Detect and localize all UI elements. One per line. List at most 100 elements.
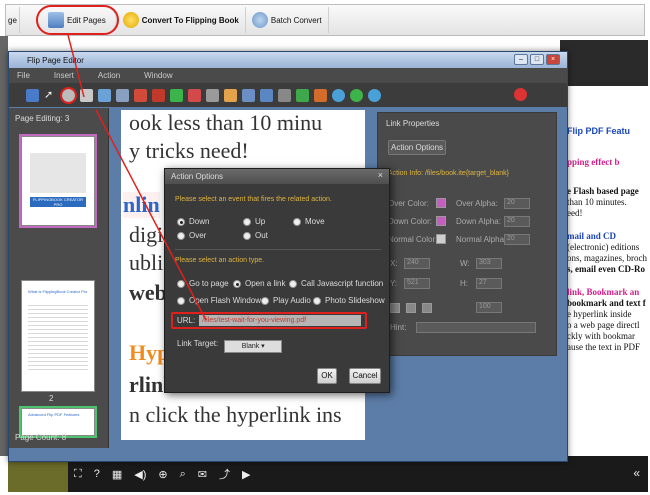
thumbnails-icon[interactable]: ▦ (112, 468, 122, 481)
menu-insert[interactable]: Insert (54, 71, 74, 80)
image-icon[interactable] (98, 88, 111, 102)
link-icon[interactable] (60, 86, 77, 104)
pointer-icon[interactable]: ➚ (44, 89, 57, 102)
action-options-dialog: Action Options × Please select an event … (164, 168, 390, 393)
down-color-label: Down Color: (388, 217, 433, 226)
action-open-link-radio[interactable]: Open a link (233, 279, 285, 288)
action-slideshow-radio[interactable]: Photo Slideshow (313, 296, 385, 305)
align-icon[interactable] (260, 88, 273, 102)
menu-window[interactable]: Window (144, 71, 172, 80)
page-icon[interactable] (188, 88, 201, 102)
align-right-icon[interactable] (422, 303, 432, 313)
maximize-button[interactable]: □ (530, 54, 544, 65)
hint-label: Hint: (390, 323, 407, 332)
action-info-label: Action Info: /files/book.ite{target_blan… (388, 170, 510, 177)
action-javascript-radio[interactable]: Call Javascript function (289, 279, 383, 288)
menu-action[interactable]: Action (98, 71, 120, 80)
preview-line: eed! (567, 208, 583, 218)
edit-pages-button[interactable]: Edit Pages (36, 5, 119, 35)
hint-input[interactable] (416, 322, 536, 333)
fit-page-icon[interactable] (350, 88, 363, 102)
dialog-close-icon[interactable]: × (378, 170, 383, 180)
help-icon[interactable]: ? (94, 468, 100, 480)
paste-icon[interactable] (242, 88, 255, 102)
down-alpha-input[interactable]: 20 (504, 216, 530, 227)
action-options-button[interactable]: Action Options (388, 140, 446, 155)
h-input[interactable]: 27 (476, 278, 502, 289)
print-icon[interactable] (206, 88, 219, 102)
convert-button[interactable]: Convert To Flipping Book (117, 7, 246, 33)
page-thumb-3[interactable]: Advanced Flip PDF Features (19, 406, 97, 438)
thumb-image (30, 153, 86, 193)
y-label: Y: (390, 279, 398, 288)
event-over-radio[interactable]: Over (177, 231, 206, 240)
undo-icon[interactable] (314, 88, 327, 102)
email-icon[interactable]: ✉ (198, 468, 207, 481)
opacity-input[interactable]: 100 (476, 302, 502, 313)
autoplay-icon[interactable]: ▶ (242, 468, 250, 481)
y-input[interactable]: 521 (404, 278, 430, 289)
normal-alpha-input[interactable]: 20 (504, 234, 530, 245)
zoom-in-icon[interactable] (368, 88, 381, 102)
zoom-out-icon[interactable] (332, 88, 345, 102)
action-goto-page-radio[interactable]: Go to page (177, 279, 229, 288)
radio-dot (177, 217, 185, 226)
page-text-line: web (129, 280, 167, 305)
zoom-in-icon[interactable]: ⊕ (158, 468, 167, 481)
preview-line: e Flash based page (567, 186, 639, 196)
radio-dot (233, 279, 241, 288)
minimize-button[interactable]: – (514, 54, 528, 65)
page-thumb-1[interactable]: FLIPPINGBOOK CREATOR PRO (19, 134, 97, 228)
event-down-radio[interactable]: Down (177, 217, 209, 226)
video-icon[interactable] (116, 88, 129, 102)
toolbar-item-prev[interactable]: ge (6, 7, 20, 33)
share-icon[interactable]: ⤴ (219, 466, 230, 482)
delete-icon[interactable] (278, 88, 291, 102)
cancel-button[interactable]: Cancel (349, 368, 381, 384)
page-number: 2 (49, 394, 54, 403)
search-icon[interactable]: ⌕ (180, 468, 186, 481)
over-alpha-input[interactable]: 20 (504, 198, 530, 209)
x-input[interactable]: 240 (404, 258, 430, 269)
url-input[interactable]: /files/test-wait-for-you-viewing.pdf (199, 315, 361, 326)
link-target-select[interactable]: Blank ▾ (224, 340, 283, 353)
event-out-label: Out (255, 231, 268, 240)
editor-menubar: File Insert Action Window (9, 68, 567, 83)
exit-icon[interactable] (514, 88, 527, 101)
audio-icon[interactable] (134, 88, 147, 102)
batch-convert-button[interactable]: Batch Convert (246, 7, 329, 33)
event-out-radio[interactable]: Out (243, 231, 268, 240)
close-button[interactable]: × (546, 54, 560, 65)
link-properties-title: Link Properties (386, 119, 440, 128)
action-flash-window-radio[interactable]: Open Flash Window (177, 296, 261, 305)
preview-line: ons, magazines, broch (567, 253, 647, 263)
action-play-audio-radio[interactable]: Play Audio (261, 296, 311, 305)
action-goto-label: Go to page (189, 279, 229, 288)
normal-color-swatch[interactable] (436, 234, 446, 244)
radio-dot (243, 217, 251, 226)
fit-icon[interactable]: ⛶ (74, 468, 82, 481)
add-icon[interactable] (170, 88, 183, 102)
collapse-icon[interactable]: « (633, 466, 640, 480)
swf-icon[interactable] (152, 88, 165, 102)
url-row: URL: /files/test-wait-for-you-viewing.pd… (171, 312, 367, 329)
page-thumb-2[interactable]: What is FlippingBook Creator Pro (21, 280, 95, 392)
ok-button[interactable]: OK (317, 368, 337, 384)
event-up-radio[interactable]: Up (243, 217, 265, 226)
sound-icon[interactable]: ◀) (134, 468, 146, 481)
menu-file[interactable]: File (17, 71, 30, 80)
align-left-icon[interactable] (390, 303, 400, 313)
redo-icon[interactable] (296, 88, 309, 102)
over-color-swatch[interactable] (436, 198, 446, 208)
event-move-radio[interactable]: Move (293, 217, 325, 226)
text-icon[interactable] (80, 88, 93, 102)
preview-line: ause the text in PDF (567, 342, 640, 352)
event-move-label: Move (305, 217, 325, 226)
page-text-line: n click the hyperlink ins (129, 402, 342, 427)
down-color-swatch[interactable] (436, 216, 446, 226)
save-icon[interactable] (26, 88, 39, 102)
copy-icon[interactable] (224, 88, 237, 102)
page-text-line: y tricks need! (129, 138, 249, 163)
w-input[interactable]: 303 (476, 258, 502, 269)
align-center-icon[interactable] (406, 303, 416, 313)
